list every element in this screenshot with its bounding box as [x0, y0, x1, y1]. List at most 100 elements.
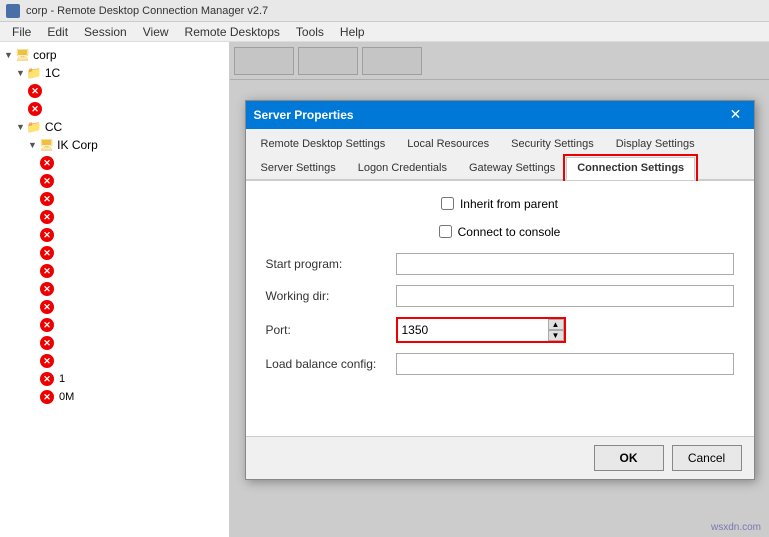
start-program-group: Start program: [266, 253, 734, 275]
tab-security-settings[interactable]: Security Settings [500, 133, 605, 155]
error-icon: ✕ [40, 156, 54, 170]
main-area: ▼ 🖥 corp ▼ 📁 1C ✕ ✕ ▼ 📁 CC ▼ 🖥 IK Corp [0, 42, 769, 537]
expand-icon: ▼ [28, 140, 37, 150]
dialog-footer: OK Cancel [246, 436, 754, 479]
working-dir-input[interactable] [396, 285, 734, 307]
port-input-wrapper: ▲ ▼ [396, 317, 566, 343]
tree-label: corp [33, 48, 56, 62]
tree-label: IK Corp [57, 138, 98, 152]
error-icon: ✕ [40, 228, 54, 242]
tab-bar: Remote Desktop Settings Local Resources … [246, 129, 754, 181]
inherit-label: Inherit from parent [460, 197, 558, 211]
tab-connection-settings[interactable]: Connection Settings [566, 157, 695, 180]
error-icon: ✕ [40, 372, 54, 386]
menu-remote-desktops[interactable]: Remote Desktops [177, 23, 288, 41]
server-properties-dialog: Server Properties ✕ Remote Desktop Setti… [245, 100, 755, 480]
list-item[interactable]: ✕ [0, 82, 229, 100]
list-item[interactable]: ✕ [0, 298, 229, 316]
list-item[interactable]: ✕ [0, 316, 229, 334]
error-icon: ✕ [28, 102, 42, 116]
connect-console-row: Connect to console [266, 225, 734, 239]
port-label: Port: [266, 323, 396, 337]
tree-item-ik-corp[interactable]: ▼ 🖥 IK Corp [0, 136, 229, 154]
error-icon: ✕ [40, 318, 54, 332]
connect-console-label: Connect to console [458, 225, 561, 239]
menu-session[interactable]: Session [76, 23, 135, 41]
menu-help[interactable]: Help [332, 23, 373, 41]
list-item[interactable]: ✕ [0, 334, 229, 352]
error-icon: ✕ [40, 354, 54, 368]
error-icon: ✕ [28, 84, 42, 98]
server-label: 0M [59, 391, 74, 403]
list-item[interactable]: ✕ [0, 226, 229, 244]
modal-overlay: Server Properties ✕ Remote Desktop Setti… [230, 42, 769, 537]
tab-display-settings[interactable]: Display Settings [605, 133, 706, 155]
port-decrement-button[interactable]: ▼ [548, 330, 564, 341]
list-item[interactable]: ✕ [0, 208, 229, 226]
tab-row-2: Server Settings Logon Credentials Gatewa… [250, 157, 750, 179]
tab-gateway-settings[interactable]: Gateway Settings [458, 157, 566, 179]
list-item[interactable]: ✕ [0, 100, 229, 118]
list-item[interactable]: ✕ [0, 154, 229, 172]
list-item[interactable]: ✕ [0, 244, 229, 262]
ok-button[interactable]: OK [594, 445, 664, 471]
port-increment-button[interactable]: ▲ [548, 319, 564, 330]
start-program-label: Start program: [266, 257, 396, 271]
error-icon: ✕ [40, 336, 54, 350]
list-item[interactable]: ✕ [0, 190, 229, 208]
tree-item-1c[interactable]: ▼ 📁 1C [0, 64, 229, 82]
folder-icon: 📁 [27, 66, 42, 80]
working-dir-label: Working dir: [266, 289, 396, 303]
list-item[interactable]: ✕ [0, 352, 229, 370]
list-item[interactable]: ✕ 1 [0, 370, 229, 388]
menu-view[interactable]: View [135, 23, 177, 41]
error-icon: ✕ [40, 192, 54, 206]
cancel-button[interactable]: Cancel [672, 445, 742, 471]
content-area: Server Properties ✕ Remote Desktop Setti… [230, 42, 769, 537]
connect-console-checkbox[interactable] [439, 225, 452, 238]
inherit-parent-row: Inherit from parent [266, 197, 734, 211]
title-bar: corp - Remote Desktop Connection Manager… [0, 0, 769, 22]
list-item[interactable]: ✕ [0, 280, 229, 298]
folder-icon: 🖥 [15, 48, 30, 62]
tree-item-corp[interactable]: ▼ 🖥 corp [0, 46, 229, 64]
folder-icon: 📁 [27, 120, 42, 134]
tab-row-1: Remote Desktop Settings Local Resources … [250, 133, 750, 155]
error-icon: ✕ [40, 246, 54, 260]
expand-icon: ▼ [16, 122, 25, 132]
window-title: corp - Remote Desktop Connection Manager… [26, 5, 763, 17]
expand-icon: ▼ [16, 68, 25, 78]
list-item[interactable]: ✕ [0, 262, 229, 280]
tree-label: CC [45, 120, 62, 134]
tab-logon-credentials[interactable]: Logon Credentials [347, 157, 458, 179]
port-input[interactable] [398, 319, 548, 341]
inherit-checkbox[interactable] [441, 197, 454, 210]
working-dir-group: Working dir: [266, 285, 734, 307]
menu-file[interactable]: File [4, 23, 39, 41]
error-icon: ✕ [40, 264, 54, 278]
server-label: 1 [59, 373, 65, 385]
error-icon: ✕ [40, 390, 54, 404]
app-icon [6, 4, 20, 18]
dialog-close-button[interactable]: ✕ [726, 105, 746, 125]
dialog-title: Server Properties [254, 108, 726, 122]
error-icon: ✕ [40, 282, 54, 296]
tree-label: 1C [45, 66, 60, 80]
error-icon: ✕ [40, 174, 54, 188]
load-balance-input[interactable] [396, 353, 734, 375]
menu-edit[interactable]: Edit [39, 23, 76, 41]
tab-remote-desktop[interactable]: Remote Desktop Settings [250, 133, 397, 155]
start-program-input[interactable] [396, 253, 734, 275]
dialog-title-bar: Server Properties ✕ [246, 101, 754, 129]
tree-item-cc[interactable]: ▼ 📁 CC [0, 118, 229, 136]
menu-tools[interactable]: Tools [288, 23, 332, 41]
list-item[interactable]: ✕ 0M [0, 388, 229, 406]
folder-icon: 🖥 [39, 138, 54, 152]
error-icon: ✕ [40, 300, 54, 314]
error-icon: ✕ [40, 210, 54, 224]
port-spinner: ▲ ▼ [548, 319, 564, 341]
menu-bar: File Edit Session View Remote Desktops T… [0, 22, 769, 42]
tab-local-resources[interactable]: Local Resources [396, 133, 500, 155]
list-item[interactable]: ✕ [0, 172, 229, 190]
tab-server-settings[interactable]: Server Settings [250, 157, 347, 179]
